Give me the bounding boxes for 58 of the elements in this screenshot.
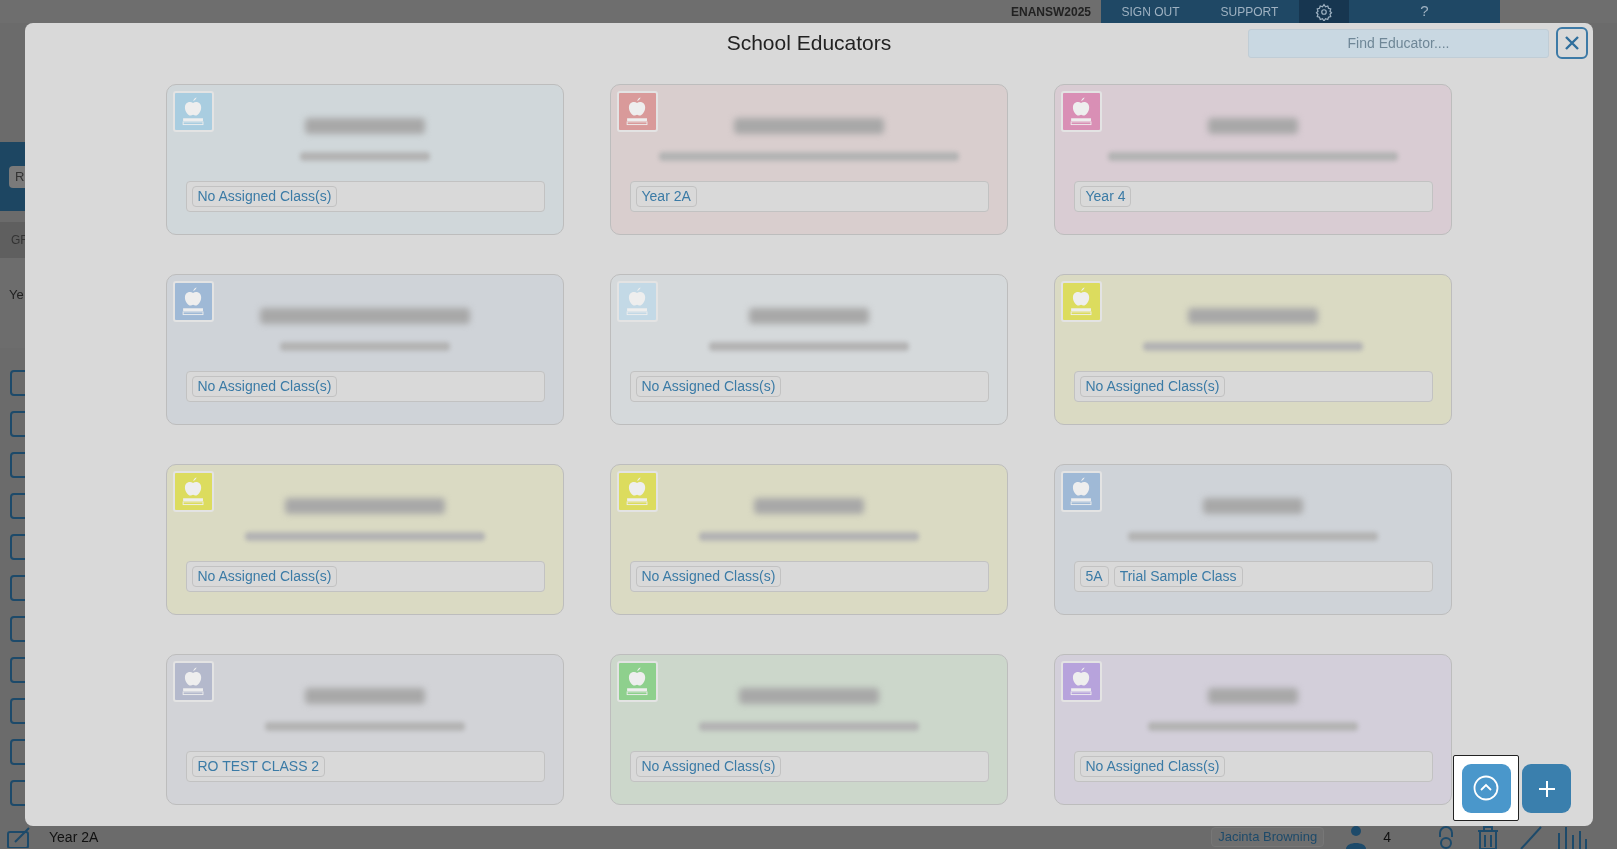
apple-books-icon [173,471,214,512]
educator-card[interactable]: No Assigned Class(s) [1054,274,1452,425]
student-count: 4 [1383,827,1391,847]
plus-icon [1537,779,1556,798]
class-tag: No Assigned Class(s) [1079,756,1226,777]
class-tag: Trial Sample Class [1113,566,1243,587]
class-tag: No Assigned Class(s) [635,756,782,777]
class-name: Year 2A [49,827,99,847]
nav-link[interactable]: SIGN OUT [1101,2,1200,21]
person-icon [1346,825,1367,849]
account-code: ENANSW2025 [1010,3,1091,21]
scroll-top-button[interactable] [1461,763,1511,813]
apple-books-icon [617,91,658,132]
apple-books-icon [1061,661,1102,702]
educator-card[interactable]: Year 4 [1054,84,1452,235]
apple-books-icon [1061,91,1102,132]
class-tag: No Assigned Class(s) [191,566,338,587]
educator-card[interactable]: 5A Trial Sample Class [1054,464,1452,615]
apple-books-icon [173,91,214,132]
apple-books-icon [617,471,658,512]
help-link[interactable]: ? [1349,0,1500,23]
search-field[interactable]: Find Educator.... [1248,28,1549,58]
class-tag: 5A [1079,566,1109,587]
class-tag: RO TEST CLASS 2 [191,756,326,777]
educator-card[interactable]: No Assigned Class(s) [610,274,1008,425]
teacher-tag: Jacinta Browning [1211,827,1325,847]
add-button[interactable] [1522,764,1571,813]
close-button[interactable] [1556,27,1588,59]
settings-button[interactable] [1299,0,1349,23]
class-tag: Year 2A [635,186,697,207]
class-tag: No Assigned Class(s) [191,376,338,397]
educator-card[interactable]: No Assigned Class(s) [166,274,564,425]
class-tag: No Assigned Class(s) [635,566,782,587]
close-icon [1565,36,1579,50]
educator-card[interactable]: No Assigned Class(s) [610,654,1008,805]
educator-card[interactable]: RO TEST CLASS 2 [166,654,564,805]
educator-card[interactable]: No Assigned Class(s) [1054,654,1452,805]
apple-books-icon [173,281,214,322]
dialog-title: School Educators [726,30,892,57]
educator-card[interactable]: No Assigned Class(s) [610,464,1008,615]
educator-card[interactable]: Year 2A [610,84,1008,235]
chevron-up-icon [1473,775,1499,801]
apple-books-icon [1061,471,1102,512]
class-tag: No Assigned Class(s) [635,376,782,397]
apple-books-icon [617,281,658,322]
apple-books-icon [173,661,214,702]
bar-chart-icon[interactable] [1557,825,1587,849]
educator-card[interactable]: No Assigned Class(s) [166,84,564,235]
educator-card[interactable]: No Assigned Class(s) [166,464,564,615]
class-tag: No Assigned Class(s) [1079,376,1226,397]
settings-icon [1315,2,1333,21]
apple-books-icon [1061,281,1102,322]
class-tag: Year 4 [1079,186,1132,207]
text-fragment: Ye [9,287,24,302]
nav-link[interactable]: SUPPORT [1200,2,1299,21]
class-tag: No Assigned Class(s) [191,186,338,207]
apple-books-icon [617,661,658,702]
trash-icon[interactable] [1476,825,1500,849]
